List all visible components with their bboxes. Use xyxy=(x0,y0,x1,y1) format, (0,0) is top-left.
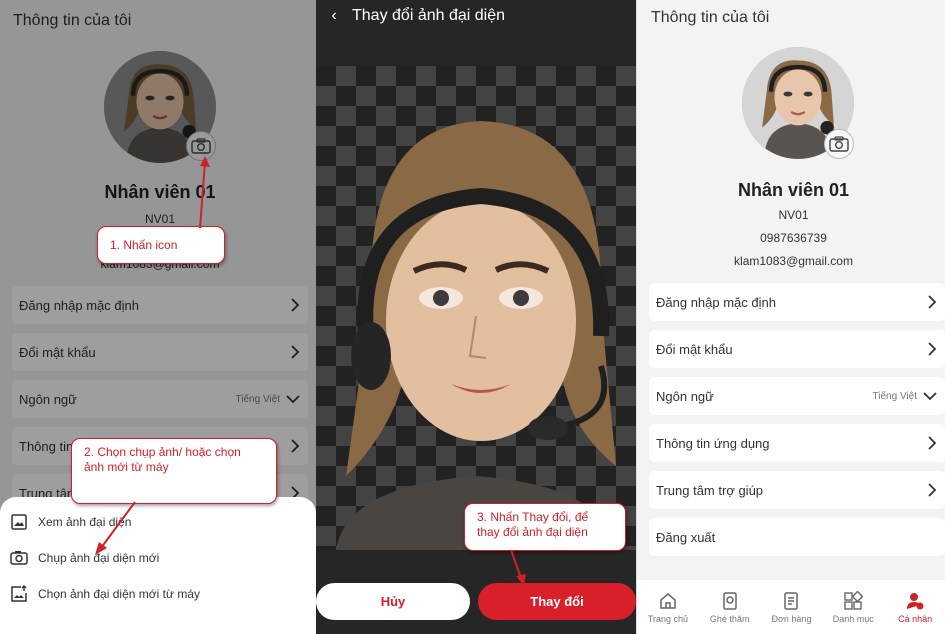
profile-screen-with-sheet: Thông tin của tôi Nhân viên 01 NV01 klam… xyxy=(0,0,316,634)
change-button[interactable]: Thay đổi xyxy=(478,583,636,620)
callout-text: 2. Chọn chụp ảnh/ hoặc chọn ảnh mới từ m… xyxy=(84,445,241,474)
chevron-right-icon xyxy=(928,483,937,497)
menu-label: Đổi mật khẩu xyxy=(656,341,733,357)
callout-step-3: 3. Nhấn Thay đổi, để thay đổi ảnh đại di… xyxy=(464,503,626,551)
tab-label: Đơn hàng xyxy=(771,613,812,624)
image-upload-icon xyxy=(11,585,27,602)
menu-label: Trung tâm trợ giúp xyxy=(656,482,764,498)
user-email: klam1083@gmail.com xyxy=(734,254,853,268)
home-icon xyxy=(660,592,676,609)
option-label: Xem ảnh đại diện xyxy=(38,515,132,529)
bottom-tab-bar: Trang chủ Ghé thăm Đơn hàng Danh mục Cá … xyxy=(637,580,945,634)
chevron-right-icon xyxy=(928,436,937,450)
menu-label: Đăng nhập mặc định xyxy=(656,294,776,310)
menu-label: Ngôn ngữ xyxy=(656,388,714,404)
user-phone: 0987636739 xyxy=(760,231,827,245)
callout-text: 1. Nhấn icon xyxy=(110,237,178,252)
menu-label: Đăng xuất xyxy=(656,529,716,545)
callout-step-2: 2. Chọn chụp ảnh/ hoặc chọn ảnh mới từ m… xyxy=(71,438,277,504)
tab-label: Cá nhân xyxy=(898,613,933,624)
avatar-preview-image xyxy=(316,66,636,550)
editor-title: Thay đổi ảnh đại diện xyxy=(352,7,505,24)
chevron-down-icon xyxy=(923,392,937,401)
profile-icon xyxy=(907,592,924,609)
editor-header: ‹ Thay đổi ảnh đại diện xyxy=(316,0,636,32)
language-value: Tiếng Việt xyxy=(872,390,917,402)
tab-categories[interactable]: Danh mục xyxy=(822,580,884,634)
cancel-button[interactable]: Hủy xyxy=(316,583,470,620)
option-label: Chụp ảnh đại diện mới xyxy=(38,551,160,565)
image-icon xyxy=(11,514,27,530)
camera-icon xyxy=(829,136,849,152)
chevron-right-icon xyxy=(928,342,937,356)
tab-label: Trang chủ xyxy=(647,613,688,624)
tab-home[interactable]: Trang chủ xyxy=(637,580,699,634)
tab-label: Danh mục xyxy=(832,613,874,624)
image-crop-area[interactable] xyxy=(316,66,636,550)
capture-avatar-option[interactable]: Chụp ảnh đại diện mới xyxy=(10,549,159,567)
user-name: Nhân viên 01 xyxy=(737,180,850,200)
view-avatar-option[interactable]: Xem ảnh đại diện xyxy=(10,513,131,531)
menu-logout[interactable]: Đăng xuất xyxy=(649,518,945,556)
change-avatar-screen: ‹ Thay đổi ảnh đại diện Hủy Thay đổi 3. … xyxy=(316,0,636,634)
tab-orders[interactable]: Đơn hàng xyxy=(761,580,823,634)
profile-screen: Thông tin của tôi Nhân viên 01 NV01 0987… xyxy=(636,0,945,634)
arrow-step-3 xyxy=(510,549,526,586)
tab-visit[interactable]: Ghé thăm xyxy=(699,580,761,634)
tab-label: Ghé thăm xyxy=(709,613,750,624)
page-title: Thông tin của tôi xyxy=(651,9,770,26)
menu-label: Thông tin ứng dụng xyxy=(656,435,770,451)
user-code: NV01 xyxy=(778,208,809,222)
menu-change-password[interactable]: Đổi mật khẩu xyxy=(649,330,945,368)
camera-icon xyxy=(10,551,28,565)
visit-icon xyxy=(722,591,737,610)
callout-text: 3. Nhấn Thay đổi, để thay đổi ảnh đại di… xyxy=(477,510,589,539)
back-button[interactable]: ‹ xyxy=(316,7,352,25)
menu-default-login[interactable]: Đăng nhập mặc định xyxy=(649,283,945,321)
order-icon xyxy=(784,591,799,610)
option-label: Chọn ảnh đại diện mới từ máy xyxy=(38,587,200,601)
menu-app-info[interactable]: Thông tin ứng dụng xyxy=(649,424,945,462)
change-avatar-button[interactable] xyxy=(824,129,854,159)
category-icon xyxy=(844,590,864,610)
menu-language[interactable]: Ngôn ngữ Tiếng Việt xyxy=(649,377,945,415)
chevron-right-icon xyxy=(928,295,937,309)
choose-avatar-option[interactable]: Chọn ảnh đại diện mới từ máy xyxy=(10,585,200,603)
tab-profile[interactable]: Cá nhân xyxy=(884,580,945,634)
menu-help-center[interactable]: Trung tâm trợ giúp xyxy=(649,471,945,509)
avatar-action-sheet: Xem ảnh đại diện Chụp ảnh đại diện mới C… xyxy=(0,497,316,634)
callout-step-1: 1. Nhấn icon xyxy=(97,226,225,264)
